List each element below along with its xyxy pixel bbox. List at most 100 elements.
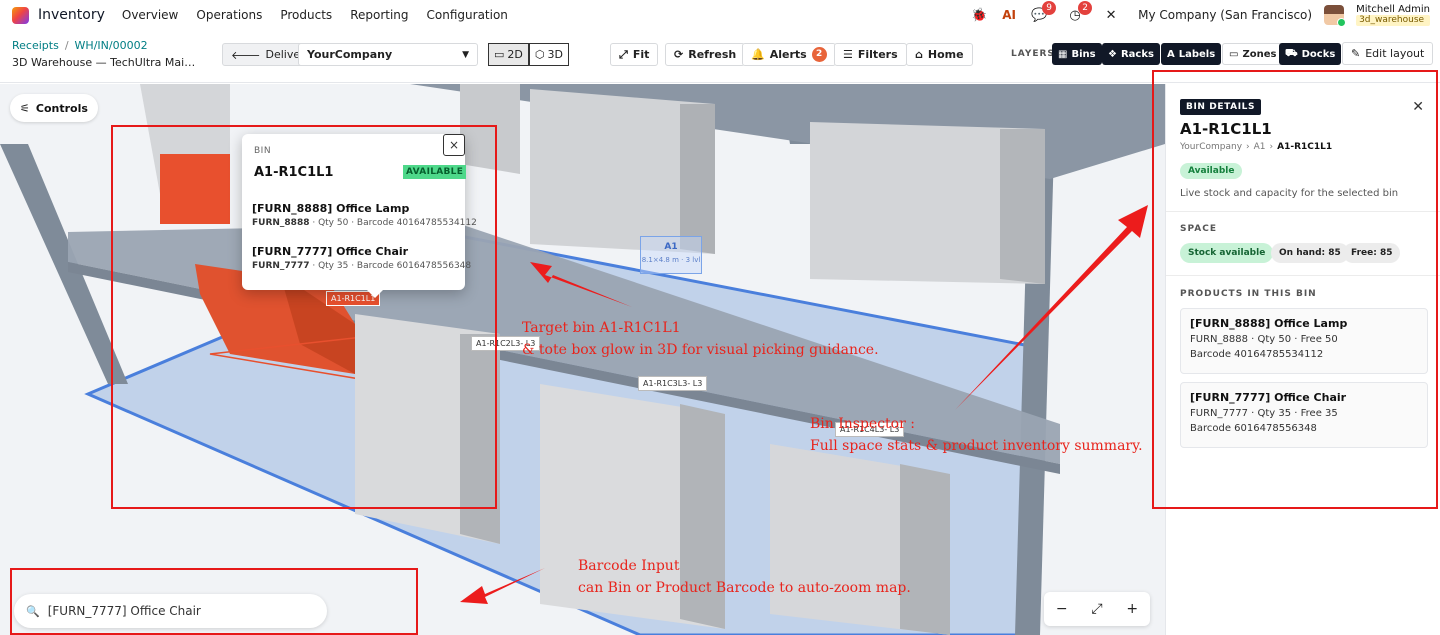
app-root: Inventory Overview Operations Products R…	[0, 0, 1440, 635]
product-card-name: [FURN_7777] Office Chair	[1190, 391, 1347, 404]
panel-crumb-current: A1-R1C1L1	[1277, 142, 1333, 152]
zoom-out-icon[interactable]: −	[1056, 601, 1068, 617]
panel-tag: BIN DETAILS	[1180, 99, 1262, 115]
annotation-inspector: Bin Inspector : Full space stats & produ…	[810, 413, 1143, 457]
chevron-right-icon: ›	[1269, 142, 1274, 152]
storage-box	[680, 104, 715, 254]
product-card-name: [FURN_8888] Office Lamp	[1190, 317, 1348, 330]
annotation-line: & tote box glow in 3D for visual picking…	[522, 342, 879, 358]
divider	[1166, 275, 1440, 276]
space-section-title: SPACE	[1180, 224, 1217, 234]
bin-tag[interactable]: A1-R1C3L3- L3	[638, 376, 708, 391]
menu-products[interactable]: Products	[280, 8, 332, 22]
menu-overview[interactable]: Overview	[122, 8, 179, 22]
storage-box	[1000, 129, 1045, 284]
product-card[interactable]: [FURN_8888] Office Lamp FURN_8888 · Qty …	[1180, 308, 1428, 374]
popup-product-item[interactable]: [FURN_8888] Office Lamp FURN_8888 · Qty …	[252, 202, 477, 228]
controls-button[interactable]: ⚟ Controls	[10, 94, 98, 122]
popup-product-barcode: Barcode 40164785534112	[356, 218, 477, 228]
product-card-line: FURN_8888 · Qty 50 · Free 50	[1190, 334, 1338, 345]
popup-close-button[interactable]: ×	[443, 134, 465, 156]
storage-box	[900, 464, 950, 635]
popup-product-meta: FURN_8888 · Qty 50 · Barcode 40164785534…	[252, 218, 477, 228]
popup-type: BIN	[254, 146, 272, 156]
annotation-line: Bin Inspector :	[810, 416, 915, 432]
layer-zones-toggle[interactable]: ▭ Zones	[1222, 43, 1284, 65]
page-title: 3D Warehouse — TechUltra Main ...	[12, 56, 202, 69]
expand-icon: ⤢	[619, 47, 628, 61]
zoom-in-icon[interactable]: +	[1126, 601, 1138, 617]
layer-labels-toggle[interactable]: A Labels	[1161, 43, 1222, 65]
home-button[interactable]: ⌂ Home	[906, 43, 973, 66]
product-card[interactable]: [FURN_7777] Office Chair FURN_7777 · Qty…	[1180, 382, 1428, 448]
messages-icon[interactable]: 💬 9	[1030, 1, 1057, 24]
popup-status-badge: AVAILABLE	[403, 165, 467, 179]
app-brand[interactable]: Inventory	[12, 6, 105, 24]
fit-button[interactable]: ⤢ Fit	[610, 43, 659, 66]
panel-title: A1-R1C1L1	[1180, 120, 1272, 138]
stock-available-pill: Stock available	[1180, 243, 1274, 263]
panel-close-icon[interactable]: ✕	[1412, 99, 1424, 115]
free-pill: Free: 85	[1343, 243, 1401, 263]
edit-layout-label: Edit layout	[1365, 47, 1425, 60]
breadcrumb-receipts[interactable]: Receipts	[12, 39, 59, 52]
panel-crumb: A1	[1253, 142, 1266, 152]
ai-icon[interactable]: AI	[1000, 6, 1018, 24]
messages-badge: 9	[1042, 1, 1057, 15]
map-icon: ▭	[1229, 48, 1239, 60]
status-badge: Available	[1180, 163, 1243, 179]
product-card-barcode: Barcode 6016478556348	[1190, 423, 1317, 434]
annotation-line: Full space stats & product inventory sum…	[810, 438, 1143, 454]
grid-icon: ▦	[1058, 48, 1068, 60]
filters-button[interactable]: ☰ Filters	[834, 43, 907, 66]
alerts-button[interactable]: 🔔 Alerts 2	[742, 43, 836, 66]
layers-label: LAYERS	[1011, 49, 1055, 59]
control-panel: Receipts / WH/IN/00002 3D Warehouse — Te…	[0, 30, 1440, 83]
sliders-icon: ☰	[843, 48, 853, 61]
menu-reporting[interactable]: Reporting	[350, 8, 408, 22]
company-switcher[interactable]: My Company (San Francisco)	[1138, 8, 1312, 22]
view-2d-label: 2D	[507, 48, 523, 61]
main-menu: Overview Operations Products Reporting C…	[122, 8, 508, 22]
popup-product-item[interactable]: [FURN_7777] Office Chair FURN_7777 · Qty…	[252, 245, 472, 271]
tools-icon[interactable]: ✕	[1102, 6, 1120, 24]
font-icon: A	[1167, 48, 1175, 60]
refresh-button[interactable]: ⟳ Refresh	[665, 43, 746, 66]
layer-labels-label: Labels	[1178, 48, 1216, 60]
view-2d-button[interactable]: ▭ 2D	[488, 43, 529, 66]
edit-layout-button[interactable]: ✎ Edit layout	[1342, 42, 1434, 65]
zone-label-a1[interactable]: A1 8.1×4.8 m · 3 lvl	[640, 236, 702, 274]
menu-configuration[interactable]: Configuration	[427, 8, 508, 22]
layer-zones-label: Zones	[1242, 48, 1277, 60]
chevron-right-icon: ›	[1246, 142, 1250, 152]
company-select-value: YourCompany	[307, 48, 393, 61]
menu-operations[interactable]: Operations	[196, 8, 262, 22]
activity-icon[interactable]: ◷ 2	[1066, 1, 1093, 24]
layer-docks-toggle[interactable]: ⛟ Docks	[1279, 43, 1342, 65]
company-select[interactable]: YourCompany ▼	[298, 43, 478, 66]
systray: 🐞 AI 💬 9 ◷ 2 ✕ My Company (San Francisco) …	[970, 0, 1430, 30]
bug-icon[interactable]: 🐞	[970, 6, 988, 24]
refresh-label: Refresh	[688, 48, 737, 61]
storage-box	[460, 84, 520, 174]
layer-racks-label: Racks	[1120, 48, 1154, 60]
popup-product-qty: Qty 50	[318, 218, 349, 228]
barcode-search-input[interactable]	[47, 604, 308, 618]
map-icon: ▭	[494, 48, 505, 61]
breadcrumb-record[interactable]: WH/IN/00002	[75, 39, 148, 52]
rack-top-beam	[410, 84, 1165, 179]
layer-bins-label: Bins	[1071, 48, 1096, 60]
user-name: Mitchell Admin	[1356, 4, 1430, 15]
popup-title: A1-R1C1L1	[254, 165, 334, 180]
layer-bins-toggle[interactable]: ▦ Bins	[1052, 43, 1102, 65]
activity-badge: 2	[1078, 1, 1093, 15]
popup-product-code: FURN_7777	[252, 261, 310, 271]
layer-racks-toggle[interactable]: ❖ Racks	[1102, 43, 1160, 65]
annotation-line: Target bin A1-R1C1L1	[522, 320, 681, 336]
fullscreen-icon[interactable]: ⤢	[1091, 601, 1102, 617]
popup-product-meta: FURN_7777 · Qty 35 · Barcode 60164785563…	[252, 261, 472, 271]
user-menu[interactable]: Mitchell Admin 3d_warehouse	[1356, 4, 1430, 26]
view-3d-button[interactable]: ⬡ 3D	[528, 43, 569, 66]
avatar[interactable]	[1324, 5, 1347, 27]
panel-description: Live stock and capacity for the selected…	[1180, 188, 1399, 199]
